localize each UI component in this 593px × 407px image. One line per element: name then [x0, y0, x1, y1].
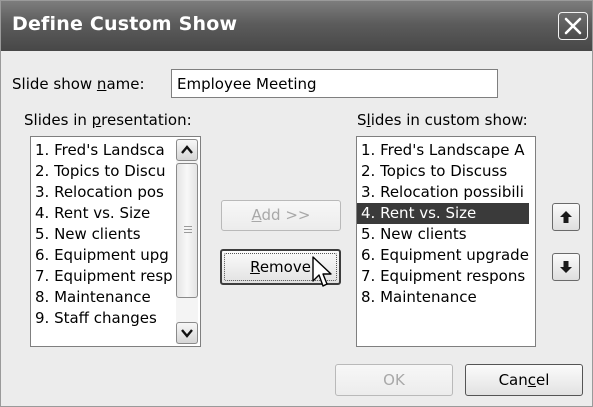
ok-button[interactable]: OK — [335, 364, 453, 396]
move-down-button[interactable] — [552, 253, 580, 281]
presentation-slide-item[interactable]: 4. Rent vs. Size — [31, 203, 179, 224]
custom-show-slide-item[interactable]: 5. New clients — [357, 224, 529, 245]
cancel-button[interactable]: Cancel — [465, 364, 583, 396]
presentation-slide-item[interactable]: 7. Equipment resp — [31, 266, 179, 287]
slide-show-name-label: Slide show name: — [12, 75, 145, 93]
presentation-slide-item[interactable]: 2. Topics to Discu — [31, 161, 179, 182]
title-bar: Define Custom Show — [1, 1, 592, 51]
presentation-slide-item[interactable]: 3. Relocation pos — [31, 182, 179, 203]
scrollbar-thumb[interactable] — [176, 163, 198, 298]
scroll-up-icon — [181, 145, 193, 154]
presentation-slide-item[interactable]: 9. Staff changes — [31, 308, 179, 329]
presentation-slide-item[interactable]: 8. Maintenance — [31, 287, 179, 308]
arrow-up-icon — [560, 211, 572, 223]
custom-show-slide-item[interactable]: 3. Relocation possibili — [357, 182, 529, 203]
dialog-title: Define Custom Show — [12, 13, 238, 35]
slide-show-name-input[interactable]: Employee Meeting — [171, 69, 498, 98]
presentation-slides-list[interactable]: 1. Fred's Landsca 2. Topics to Discu 3. … — [30, 136, 201, 347]
scroll-down-icon — [181, 329, 193, 338]
close-icon — [564, 17, 582, 35]
scroll-down-button[interactable] — [176, 322, 198, 344]
slides-in-custom-show-label: Slides in custom show: — [357, 111, 528, 129]
close-button[interactable] — [558, 12, 588, 40]
presentation-slide-item[interactable]: 6. Equipment upg — [31, 245, 179, 266]
custom-show-slide-item[interactable]: 8. Maintenance — [357, 287, 529, 308]
add-button[interactable]: Add >> — [221, 200, 341, 231]
custom-show-slide-item[interactable]: 6. Equipment upgrade — [357, 245, 529, 266]
custom-show-slide-item[interactable]: 7. Equipment respons — [357, 266, 529, 287]
move-up-button[interactable] — [552, 203, 580, 231]
define-custom-show-dialog: Define Custom Show Slide show name: Empl… — [0, 0, 593, 407]
custom-show-slide-item-selected[interactable]: 4. Rent vs. Size — [357, 203, 529, 224]
presentation-slide-item[interactable]: 5. New clients — [31, 224, 179, 245]
custom-show-slide-item[interactable]: 1. Fred's Landscape A — [357, 140, 529, 161]
mouse-pointer-icon — [312, 256, 332, 287]
vertical-scrollbar[interactable] — [176, 139, 198, 344]
slides-in-presentation-label: Slides in presentation: — [24, 111, 192, 129]
arrow-down-icon — [560, 261, 572, 273]
custom-show-slide-item[interactable]: 2. Topics to Discuss — [357, 161, 529, 182]
custom-show-slides-list[interactable]: 1. Fred's Landscape A 2. Topics to Discu… — [356, 136, 536, 347]
scroll-up-button[interactable] — [176, 139, 198, 161]
presentation-slide-item[interactable]: 1. Fred's Landsca — [31, 140, 179, 161]
